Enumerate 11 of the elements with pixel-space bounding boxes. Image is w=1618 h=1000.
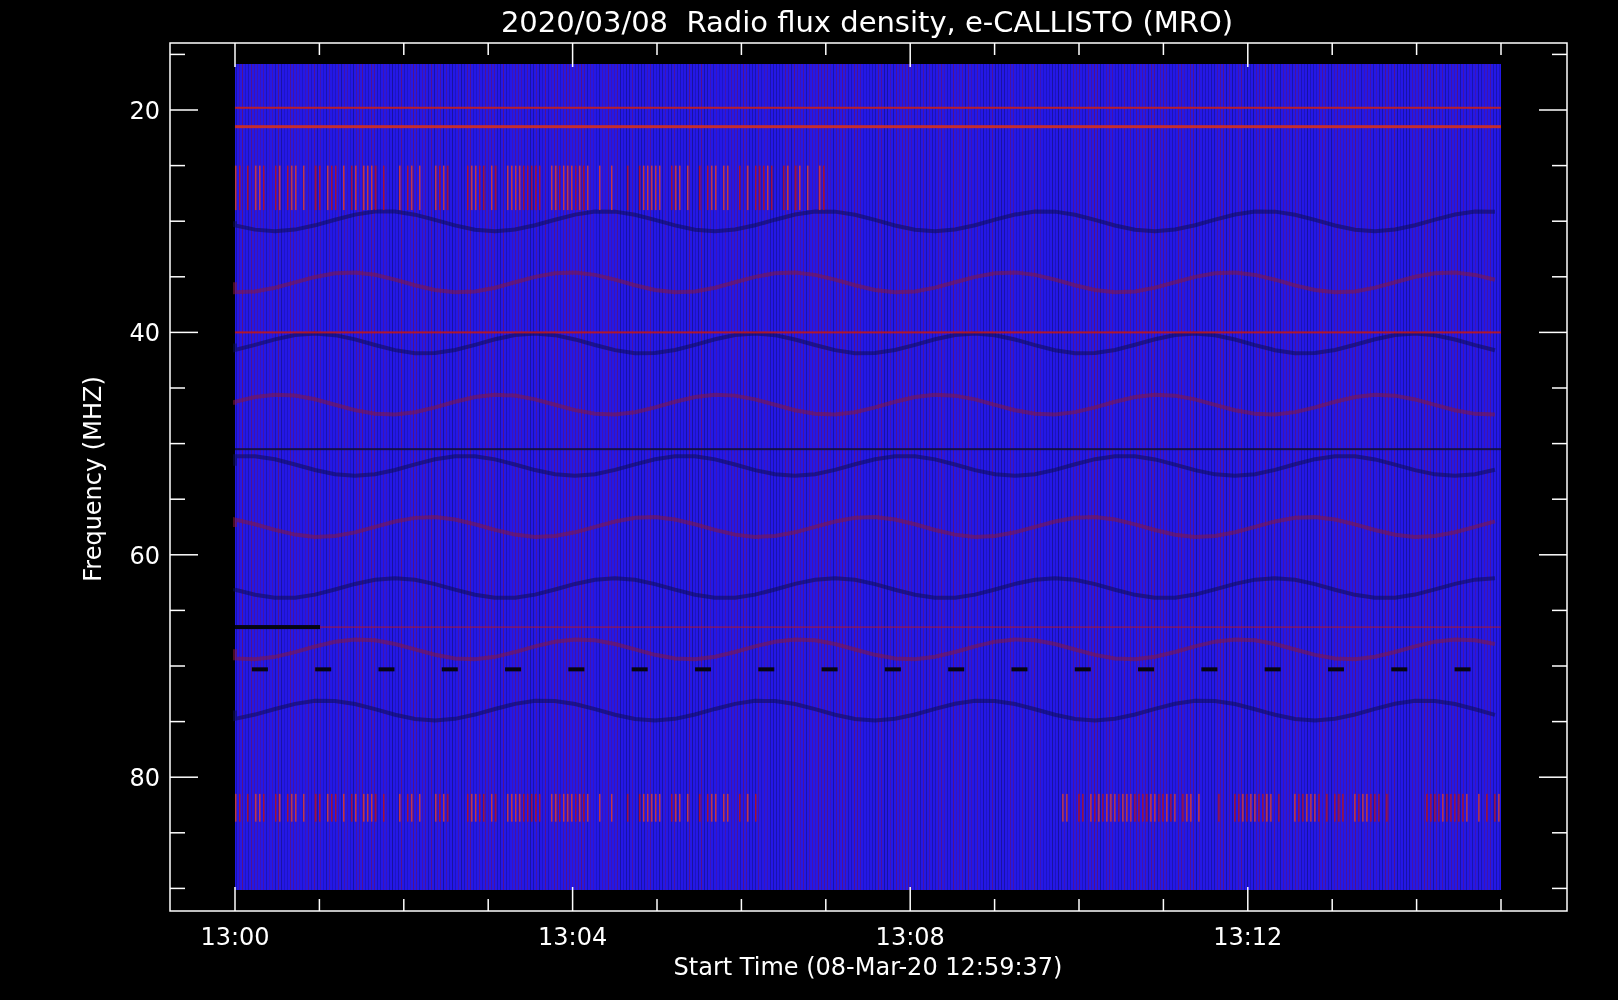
y-tick-label: 60 [129, 541, 160, 570]
y-tick-label: 20 [129, 97, 160, 125]
x-tick-label: 13:08 [875, 923, 945, 951]
plot-title: 2020/03/08 Radio flux density, e-CALLISTO (MRO) [500, 5, 1234, 39]
x-axis-label: Start Time (08-Mar-20 12:59:37) [673, 953, 1063, 981]
x-tick-label: 13:04 [538, 923, 608, 951]
y-axis-label: Frequency (MHZ) [79, 376, 107, 582]
x-tick-label: 13:00 [200, 923, 270, 951]
y-tick-label: 40 [129, 319, 160, 348]
y-tick-label: 80 [129, 764, 160, 793]
x-tick-label: 13:12 [1213, 923, 1283, 951]
